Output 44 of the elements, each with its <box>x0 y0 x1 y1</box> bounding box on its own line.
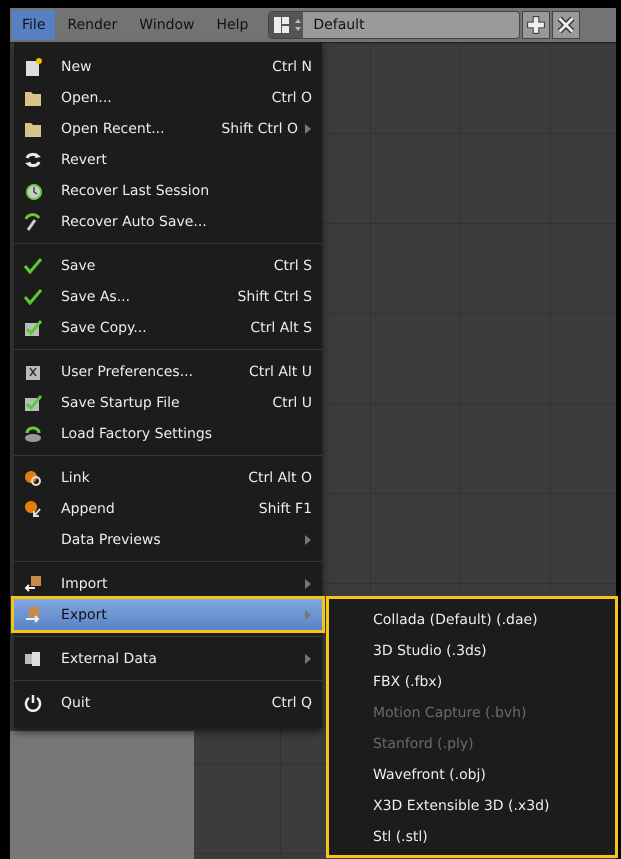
layout-selector[interactable]: Default <box>268 11 520 39</box>
menu-item[interactable]: Append Shift F1 <box>14 493 322 524</box>
menu-item[interactable]: Load Factory Settings <box>14 418 322 449</box>
submenu-item[interactable]: Collada (Default) (.dae) <box>373 605 615 636</box>
menu-item[interactable]: Save Startup File Ctrl U <box>14 387 322 418</box>
menu-item[interactable]: Recover Last Session <box>14 175 322 206</box>
submenu-item[interactable]: X3D Extensible 3D (.x3d) <box>373 791 615 822</box>
menu-bar-item[interactable]: Window <box>129 10 204 40</box>
menu-item[interactable]: Save Copy... Ctrl Alt S <box>14 312 322 343</box>
submenu-item[interactable]: Wavefront (.obj) <box>373 760 615 791</box>
import-icon <box>23 574 43 594</box>
layout-name: Default <box>312 17 365 33</box>
menu-item[interactable]: Open Recent... Shift Ctrl O <box>14 113 322 144</box>
menu-item[interactable]: Recover Auto Save... <box>14 206 322 237</box>
checkbox-icon <box>23 318 43 338</box>
menu-item[interactable]: New Ctrl N <box>14 51 322 82</box>
power-icon <box>23 692 43 712</box>
check-icon <box>23 286 43 306</box>
menu-bar-item[interactable]: Help <box>206 10 258 40</box>
check-icon <box>23 256 43 276</box>
menu-item[interactable]: Save Ctrl S <box>14 250 322 281</box>
menu-bar-item[interactable]: File <box>12 10 56 40</box>
submenu-item[interactable]: FBX (.fbx) <box>373 667 615 698</box>
menu-item[interactable]: External Data <box>14 643 322 674</box>
document-icon <box>23 56 43 76</box>
append-icon <box>23 498 43 518</box>
menu-item[interactable]: User Preferences... Ctrl Alt U <box>14 356 322 387</box>
menu-item[interactable]: Export <box>14 599 322 630</box>
reset-icon <box>23 424 43 444</box>
menu-item[interactable]: Open... Ctrl O <box>14 82 322 113</box>
menu-bar-item[interactable]: Render <box>57 10 128 40</box>
checkbox-icon <box>23 392 43 412</box>
menu-item[interactable]: Link Ctrl Alt O <box>14 462 322 493</box>
submenu-item[interactable]: Stl (.stl) <box>373 822 615 853</box>
menu-item[interactable]: Data Previews <box>14 524 322 555</box>
menu-item[interactable]: Revert <box>14 144 322 175</box>
layout-icon <box>269 12 304 38</box>
wrench-icon <box>23 212 43 232</box>
close-icon[interactable] <box>552 11 580 39</box>
menu-item[interactable]: Import <box>14 568 322 599</box>
add-icon[interactable] <box>522 11 550 39</box>
menu-item[interactable]: Quit Ctrl Q <box>14 687 322 718</box>
menu-item[interactable]: Save As... Shift Ctrl S <box>14 281 322 312</box>
submenu-item[interactable]: 3D Studio (.3ds) <box>373 636 615 667</box>
